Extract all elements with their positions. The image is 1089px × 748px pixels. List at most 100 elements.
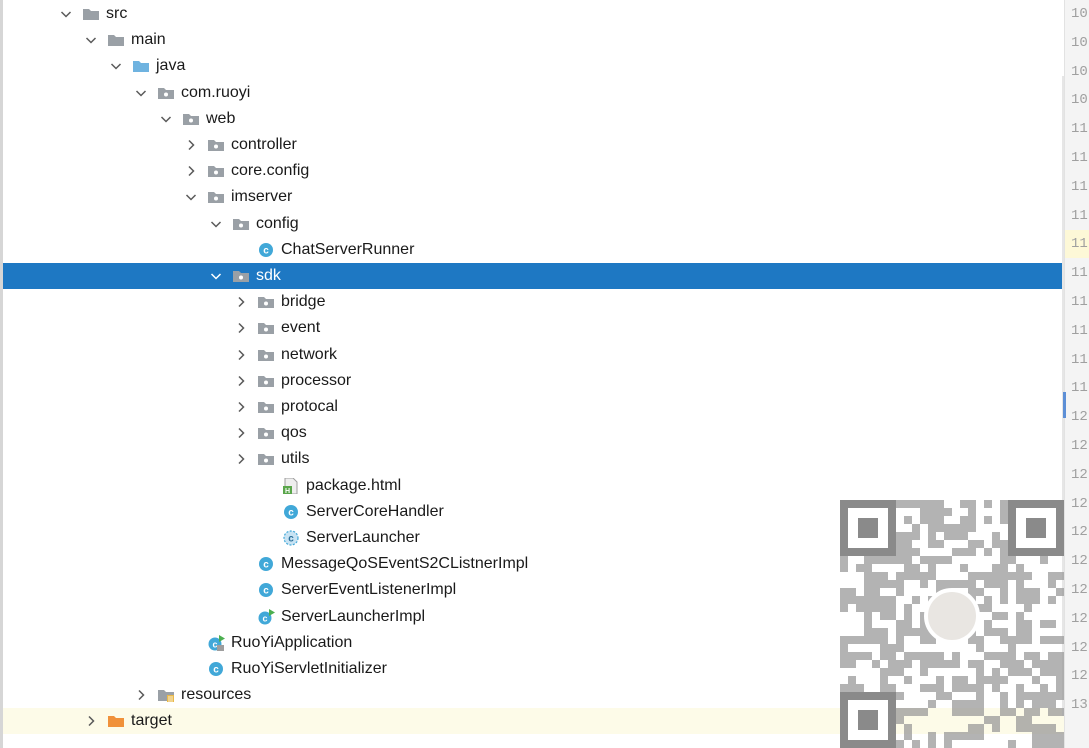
tree-row-event[interactable]: event bbox=[3, 315, 1064, 341]
line-number: 11 bbox=[1065, 230, 1089, 259]
line-number: 10 bbox=[1071, 34, 1088, 51]
chevron-right-icon[interactable] bbox=[83, 713, 99, 729]
tree-row-qos[interactable]: qos bbox=[3, 420, 1064, 446]
tree-item-label: com.ruoyi bbox=[181, 83, 251, 101]
tree-row-package-html[interactable]: Hpackage.html bbox=[3, 473, 1064, 499]
class-icon: c bbox=[257, 242, 275, 258]
line-number: 12 bbox=[1071, 466, 1088, 483]
line-number: 11 bbox=[1071, 294, 1088, 310]
svg-text:c: c bbox=[263, 586, 269, 597]
tree-item-label: RuoYiApplication bbox=[231, 633, 353, 651]
tree-item-label: bridge bbox=[281, 293, 326, 311]
chevron-right-icon[interactable] bbox=[233, 373, 249, 389]
tree-item-label: network bbox=[281, 345, 338, 363]
tree-item-label: controller bbox=[231, 136, 297, 153]
class-icon: c bbox=[257, 582, 275, 598]
line-number: 11 bbox=[1071, 380, 1088, 397]
chevron-down-icon[interactable] bbox=[158, 111, 174, 127]
tree-item-label: sdk bbox=[256, 267, 281, 284]
tree-item-label: config bbox=[256, 214, 299, 232]
tree-row-config[interactable]: config bbox=[3, 211, 1064, 237]
line-number: 11 bbox=[1071, 322, 1088, 339]
folder-blue-icon bbox=[132, 58, 150, 74]
chevron-down-icon[interactable] bbox=[208, 268, 224, 284]
tree-item-label: target bbox=[131, 712, 172, 730]
line-number: 12 bbox=[1071, 610, 1088, 627]
tree-item-label: core.config bbox=[231, 162, 310, 180]
chevron-down-icon[interactable] bbox=[208, 216, 224, 232]
tree-row-src[interactable]: src bbox=[3, 1, 1064, 27]
chevron-right-icon[interactable] bbox=[233, 294, 249, 310]
tree-item-label: ChatServerRunner bbox=[281, 240, 415, 258]
tree-row-network[interactable]: network bbox=[3, 342, 1064, 368]
chevron-down-icon[interactable] bbox=[133, 85, 149, 101]
folder-gray-icon bbox=[82, 6, 100, 22]
line-number: 11 bbox=[1071, 207, 1088, 224]
package-icon bbox=[207, 137, 225, 153]
chevron-down-icon[interactable] bbox=[58, 6, 74, 22]
class-icon: c bbox=[257, 556, 275, 572]
package-icon bbox=[257, 425, 275, 441]
package-icon bbox=[232, 268, 250, 284]
chevron-right-icon[interactable] bbox=[233, 320, 249, 336]
tree-row-core-config[interactable]: core.config bbox=[3, 158, 1064, 184]
abstract-class-icon: c bbox=[282, 530, 300, 546]
tree-item-label: main bbox=[131, 31, 166, 49]
package-icon bbox=[232, 216, 250, 232]
line-number: 11 bbox=[1071, 178, 1088, 195]
chevron-right-icon[interactable] bbox=[133, 687, 149, 703]
tree-item-label: ServerLauncherImpl bbox=[281, 607, 426, 625]
line-number: 11 bbox=[1071, 351, 1088, 368]
tree-item-label: ServerLauncher bbox=[306, 529, 420, 546]
chevron-down-icon[interactable] bbox=[183, 189, 199, 205]
package-icon bbox=[207, 189, 225, 205]
chevron-right-icon[interactable] bbox=[183, 163, 199, 179]
tree-item-label: qos bbox=[281, 424, 307, 442]
line-number: 13 bbox=[1071, 697, 1088, 714]
chevron-right-icon[interactable] bbox=[233, 451, 249, 467]
line-number: 12 bbox=[1071, 409, 1088, 426]
svg-text:c: c bbox=[288, 507, 294, 518]
tree-row-java[interactable]: java bbox=[3, 53, 1064, 79]
package-icon bbox=[257, 451, 275, 467]
package-icon bbox=[257, 320, 275, 336]
chevron-down-icon[interactable] bbox=[83, 32, 99, 48]
tree-item-label: ServerEventListenerImpl bbox=[281, 581, 457, 599]
line-number: 10 bbox=[1071, 6, 1088, 22]
svg-text:c: c bbox=[262, 613, 267, 623]
tree-row-protocal[interactable]: protocal bbox=[3, 394, 1064, 420]
chevron-down-icon[interactable] bbox=[108, 58, 124, 74]
tree-row-main[interactable]: main bbox=[3, 27, 1064, 53]
package-icon bbox=[207, 163, 225, 179]
runnable-class-icon: c bbox=[257, 608, 275, 625]
tree-row-web[interactable]: web bbox=[3, 106, 1064, 132]
tree-item-label: package.html bbox=[306, 476, 402, 494]
tree-item-label: event bbox=[281, 319, 321, 337]
line-number: 10 bbox=[1071, 92, 1088, 109]
chevron-right-icon[interactable] bbox=[233, 399, 249, 415]
chevron-right-icon[interactable] bbox=[183, 137, 199, 153]
svg-text:c: c bbox=[263, 245, 269, 256]
chevron-right-icon[interactable] bbox=[233, 347, 249, 363]
class-icon: c bbox=[282, 504, 300, 520]
package-icon bbox=[257, 373, 275, 389]
tree-row-com-ruoyi[interactable]: com.ruoyi bbox=[3, 80, 1064, 106]
svg-text:c: c bbox=[288, 534, 294, 545]
tree-row-controller[interactable]: controller bbox=[3, 132, 1064, 158]
chevron-right-icon[interactable] bbox=[233, 425, 249, 441]
svg-text:c: c bbox=[213, 665, 219, 676]
package-icon bbox=[157, 85, 175, 101]
line-number: 12 bbox=[1071, 438, 1088, 454]
folder-resources-icon bbox=[157, 687, 175, 703]
folder-orange-icon bbox=[107, 713, 125, 729]
tree-row-imserver[interactable]: imserver bbox=[3, 184, 1064, 210]
tree-row-utils[interactable]: utils bbox=[3, 446, 1064, 472]
svg-text:c: c bbox=[212, 639, 217, 649]
tree-item-label: resources bbox=[181, 686, 252, 704]
package-icon bbox=[257, 399, 275, 415]
tree-row-chatserverrunner[interactable]: c ChatServerRunner bbox=[3, 237, 1064, 263]
tree-row-processor[interactable]: processor bbox=[3, 368, 1064, 394]
tree-row-sdk[interactable]: sdk bbox=[3, 263, 1064, 289]
tree-row-bridge[interactable]: bridge bbox=[3, 289, 1064, 315]
line-number: 12 bbox=[1071, 553, 1088, 570]
